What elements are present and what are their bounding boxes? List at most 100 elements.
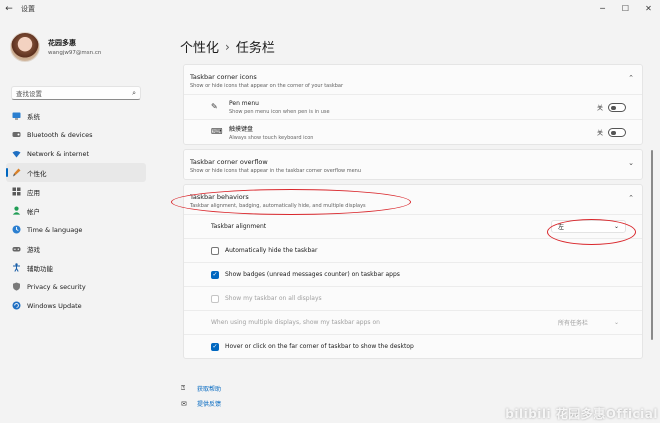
touch-keyboard-toggle[interactable]: 关 — [597, 128, 626, 137]
badges-label: Show badges (unread messages counter) on… — [225, 271, 400, 278]
get-help-link[interactable]: ⍰ 获取帮助 — [181, 381, 221, 396]
back-button[interactable]: ← — [0, 0, 18, 18]
pen-menu-toggle[interactable]: 关 — [597, 103, 626, 112]
sidebar: 花园多惠 wangjw97@msn.cn 查找设置 ⌕ 系统 Bluetooth… — [0, 18, 152, 423]
card-title: Taskbar corner overflow — [190, 158, 268, 166]
sidebar-item-label: Time & language — [27, 225, 83, 234]
sidebar-item-gaming[interactable]: 游戏 — [6, 239, 146, 258]
multi-display-value: 所有任务栏 — [558, 320, 589, 327]
annotation-circle-behaviors — [171, 189, 411, 215]
sidebar-item-privacy[interactable]: Privacy & security — [6, 277, 146, 296]
sidebar-item-bluetooth[interactable]: Bluetooth & devices — [6, 125, 146, 144]
card-subtitle: Show or hide icons that appear on the co… — [190, 83, 344, 89]
multi-display-label: When using multiple displays, show my ta… — [211, 319, 380, 326]
keyboard-icon: ⌨ — [211, 127, 223, 136]
row-description: Always show touch keyboard icon — [229, 134, 314, 141]
row-title: Pen menu — [229, 99, 259, 107]
sidebar-item-time-language[interactable]: Time & language — [6, 220, 146, 239]
feedback-label: 提供反馈 — [197, 401, 222, 408]
monitor-icon — [12, 111, 21, 120]
sidebar-item-accounts[interactable]: 帐户 — [6, 201, 146, 220]
shield-icon — [12, 282, 21, 291]
auto-hide-checkbox[interactable] — [211, 246, 219, 255]
auto-hide-label: Automatically hide the taskbar — [225, 247, 318, 254]
sidebar-item-label: 辅助功能 — [27, 264, 53, 273]
all-displays-checkbox — [211, 294, 219, 303]
maximize-button[interactable]: ☐ — [614, 0, 637, 16]
pen-icon: ✎ — [211, 102, 218, 111]
sidebar-item-label: 游戏 — [27, 245, 40, 254]
sidebar-item-network[interactable]: Network & internet — [6, 144, 146, 163]
gamepad-icon — [12, 244, 21, 253]
search-input[interactable]: 查找设置 ⌕ — [11, 86, 141, 100]
touch-keyboard-row: ⌨ 触摸键盘 Always show touch keyboard icon 关 — [184, 119, 642, 144]
hover-corner-checkbox[interactable]: ✓ — [211, 342, 219, 351]
sidebar-item-label: Network & internet — [27, 149, 90, 158]
badges-row[interactable]: ✓ Show badges (unread messages counter) … — [184, 262, 642, 286]
alignment-label: Taskbar alignment — [211, 223, 267, 230]
annotation-circle-alignment — [547, 219, 636, 245]
card-subtitle: Show or hide icons that appear in the ta… — [190, 168, 362, 174]
nav-list: 系统 Bluetooth & devices Network & interne… — [6, 106, 146, 315]
search-icon: ⌕ — [132, 88, 136, 97]
corner-overflow-card[interactable]: Taskbar corner overflow Show or hide ico… — [183, 149, 643, 180]
brush-icon — [12, 168, 21, 177]
user-profile[interactable]: 花园多惠 wangjw97@msn.cn — [10, 32, 101, 62]
app-title: 设置 — [21, 5, 35, 13]
window-controls: ─ ☐ ✕ — [591, 0, 660, 16]
footer-links: ⍰ 获取帮助 ✉ 提供反馈 — [181, 381, 221, 411]
chevron-up-icon: ⌃ — [628, 74, 634, 82]
sidebar-item-accessibility[interactable]: 辅助功能 — [6, 258, 146, 277]
corner-overflow-header[interactable]: Taskbar corner overflow Show or hide ico… — [184, 150, 642, 179]
bluetooth-icon — [12, 130, 21, 139]
all-displays-label: Show my taskbar on all displays — [225, 295, 322, 302]
toggle-state: 关 — [596, 130, 603, 137]
sidebar-item-label: 应用 — [27, 188, 40, 197]
row-title: 触摸键盘 — [229, 125, 254, 133]
profile-email: wangjw97@msn.cn — [48, 50, 102, 56]
pen-menu-row: ✎ Pen menu Show pen menu icon when pen i… — [184, 94, 642, 119]
sidebar-item-label: 帐户 — [27, 207, 40, 216]
toggle-switch[interactable] — [608, 103, 626, 112]
sidebar-item-system[interactable]: 系统 — [6, 106, 146, 125]
get-help-label: 获取帮助 — [197, 386, 222, 393]
badges-checkbox[interactable]: ✓ — [211, 270, 219, 279]
all-displays-row: Show my taskbar on all displays — [184, 286, 642, 310]
toggle-state: 关 — [596, 105, 603, 112]
hover-corner-row[interactable]: ✓ Hover or click on the far corner of ta… — [184, 334, 642, 358]
chevron-down-icon: ⌄ — [613, 319, 619, 326]
accessibility-icon — [12, 263, 21, 272]
multi-display-row: When using multiple displays, show my ta… — [184, 310, 642, 334]
globe-clock-icon — [12, 225, 21, 234]
apps-icon — [12, 187, 21, 196]
corner-icons-header[interactable]: Taskbar corner icons Show or hide icons … — [184, 65, 642, 94]
help-icon: ⍰ — [181, 384, 186, 392]
avatar — [10, 32, 40, 62]
feedback-icon: ✉ — [181, 399, 187, 408]
scrollbar[interactable] — [651, 150, 653, 340]
sidebar-item-label: Bluetooth & devices — [27, 130, 93, 139]
sidebar-item-label: 系统 — [27, 112, 40, 121]
breadcrumb-separator: › — [225, 39, 230, 54]
row-description: Show pen menu icon when pen is in use — [229, 108, 330, 115]
sidebar-item-label: Privacy & security — [27, 282, 86, 291]
chevron-down-icon: ⌄ — [628, 159, 634, 167]
sidebar-item-personalization[interactable]: 个性化 — [6, 163, 146, 182]
sidebar-item-apps[interactable]: 应用 — [6, 182, 146, 201]
close-button[interactable]: ✕ — [637, 0, 660, 16]
card-title: Taskbar corner icons — [190, 73, 257, 81]
page-title: 任务栏 — [235, 41, 275, 56]
title-bar: ← 设置 ─ ☐ ✕ — [0, 0, 660, 18]
minimize-button[interactable]: ─ — [591, 0, 614, 16]
person-icon — [12, 206, 21, 215]
sidebar-item-windows-update[interactable]: Windows Update — [6, 296, 146, 315]
sidebar-item-label: 个性化 — [27, 169, 47, 178]
toggle-switch[interactable] — [608, 128, 626, 137]
multi-display-dropdown: 所有任务栏 ⌄ — [551, 316, 626, 329]
feedback-link[interactable]: ✉ 提供反馈 — [181, 396, 221, 411]
sidebar-item-label: Windows Update — [27, 301, 82, 310]
breadcrumb-parent[interactable]: 个性化 — [180, 37, 219, 56]
wifi-icon — [12, 149, 21, 158]
search-placeholder: 查找设置 — [16, 90, 42, 98]
update-icon — [12, 301, 21, 310]
